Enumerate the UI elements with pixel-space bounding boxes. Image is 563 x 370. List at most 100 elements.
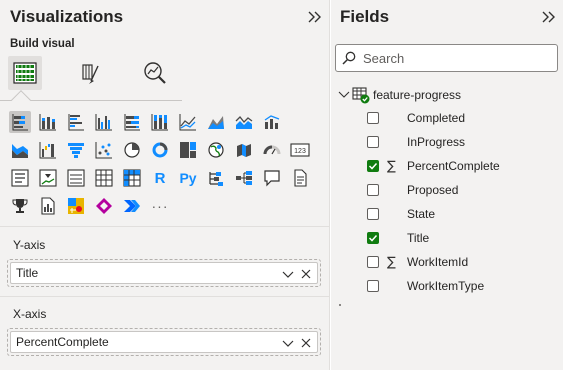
field-percentcomplete[interactable]: ∑ PercentComplete (367, 156, 500, 176)
visualizations-title: Visualizations (10, 7, 124, 26)
slicer-icon[interactable] (65, 167, 87, 189)
x-axis-field-name: PercentComplete (16, 335, 109, 349)
stacked-column-chart-icon[interactable] (37, 111, 59, 133)
more-icon: ··· (151, 198, 169, 214)
y-axis-well[interactable]: Title (7, 259, 321, 287)
table-name: feature-progress (373, 88, 462, 102)
card-icon[interactable]: 123 (289, 139, 311, 161)
table-icon (352, 87, 370, 104)
filled-map-icon[interactable] (233, 139, 255, 161)
key-influencers-icon[interactable] (205, 167, 227, 189)
azure-map-icon[interactable] (65, 195, 87, 217)
x-axis-well[interactable]: PercentComplete (7, 328, 321, 356)
build-visual-label: Build visual (10, 38, 75, 50)
kpi-icon[interactable] (37, 167, 59, 189)
field-checkbox[interactable] (367, 112, 379, 124)
svg-text:123: 123 (294, 148, 306, 155)
double-chevron-right-icon (542, 11, 555, 23)
100-stacked-column-chart-icon[interactable] (149, 111, 171, 133)
close-icon (301, 338, 311, 348)
more-visuals-button[interactable]: ··· (149, 195, 171, 217)
sigma-icon: ∑ (387, 158, 396, 174)
search-placeholder: Search (363, 50, 405, 66)
field-checkbox[interactable] (367, 208, 379, 220)
search-icon (342, 51, 356, 65)
magnifier-chart-icon (144, 62, 166, 84)
area-chart-icon[interactable] (205, 111, 227, 133)
line-and-stacked-column-chart-icon[interactable] (261, 111, 283, 133)
clustered-bar-chart-icon[interactable] (65, 111, 87, 133)
line-chart-icon[interactable] (177, 111, 199, 133)
map-icon[interactable] (205, 139, 227, 161)
collapse-fields-button[interactable] (540, 8, 558, 26)
y-axis-field-chip[interactable]: Title (10, 262, 318, 284)
donut-chart-icon[interactable] (149, 139, 171, 161)
treemap-icon[interactable] (177, 139, 199, 161)
goals-trophy-icon[interactable] (9, 195, 31, 217)
scatter-chart-icon[interactable] (93, 139, 115, 161)
tab-format-visual[interactable] (72, 56, 106, 90)
qna-icon[interactable] (261, 167, 283, 189)
field-completed[interactable]: Completed (367, 108, 465, 128)
table-icon[interactable] (93, 167, 115, 189)
chevron-down-icon (282, 271, 294, 278)
checkmark-icon (368, 162, 378, 170)
checkmark-icon (368, 234, 378, 242)
stacked-bar-chart-icon[interactable] (9, 111, 31, 133)
waterfall-chart-icon[interactable] (37, 139, 59, 161)
decomposition-tree-icon[interactable] (233, 167, 255, 189)
visualizations-pane: Visualizations Build visual 123 R Py ···… (0, 0, 330, 370)
tab-selection-caret (11, 90, 31, 110)
tab-analytics[interactable] (138, 56, 172, 90)
python-visual-icon[interactable]: Py (177, 167, 199, 189)
table-grid-icon (13, 62, 37, 84)
field-proposed[interactable]: Proposed (367, 180, 458, 200)
x-axis-label: X-axis (13, 307, 47, 321)
matrix-icon[interactable] (121, 167, 143, 189)
field-checkbox-checked[interactable] (367, 232, 379, 244)
x-axis-field-chip[interactable]: PercentComplete (10, 331, 318, 353)
tab-build-visual[interactable] (8, 56, 42, 90)
funnel-chart-icon[interactable] (65, 139, 87, 161)
stacked-area-chart-icon[interactable] (233, 111, 255, 133)
y-axis-field-remove[interactable] (299, 266, 313, 282)
paintbrush-icon (82, 64, 99, 84)
double-chevron-right-icon (308, 11, 321, 23)
fields-title: Fields (340, 7, 390, 26)
paginated-report-icon[interactable] (37, 195, 59, 217)
field-state[interactable]: State (367, 204, 435, 224)
100-stacked-bar-chart-icon[interactable] (121, 111, 143, 133)
smart-narrative-icon[interactable] (289, 167, 311, 189)
table-feature-progress[interactable]: feature-progress (338, 86, 461, 104)
sigma-icon: ∑ (387, 254, 396, 270)
field-checkbox-checked[interactable] (367, 160, 379, 172)
fields-search-input[interactable]: Search (335, 44, 558, 72)
field-checkbox[interactable] (367, 184, 379, 196)
field-checkbox[interactable] (367, 136, 379, 148)
gauge-icon[interactable] (261, 139, 283, 161)
field-checkbox[interactable] (367, 256, 379, 268)
collapse-visualizations-button[interactable] (306, 8, 324, 26)
power-automate-icon[interactable] (121, 195, 143, 217)
clustered-column-chart-icon[interactable] (93, 111, 115, 133)
field-checkbox[interactable] (367, 280, 379, 292)
y-axis-label: Y-axis (13, 238, 46, 252)
x-axis-field-remove[interactable] (299, 335, 313, 351)
gallery-divider (0, 226, 330, 227)
y-axis-field-dropdown[interactable] (281, 266, 295, 282)
field-title[interactable]: Title (367, 228, 429, 248)
chevron-down-icon (282, 340, 294, 347)
field-workitemid[interactable]: ∑ WorkItemId (367, 252, 468, 272)
x-axis-field-dropdown[interactable] (281, 335, 295, 351)
ribbon-chart-icon[interactable] (9, 139, 31, 161)
fields-pane: Fields Search feature-progress Completed… (331, 0, 563, 370)
multi-row-card-icon[interactable] (9, 167, 31, 189)
chevron-down-icon[interactable] (338, 89, 350, 101)
power-apps-icon[interactable] (93, 195, 115, 217)
field-inprogress[interactable]: InProgress (367, 132, 465, 152)
pie-chart-icon[interactable] (121, 139, 143, 161)
r-script-visual-icon[interactable]: R (149, 167, 171, 189)
field-workitemtype[interactable]: WorkItemType (367, 276, 484, 296)
close-icon (301, 269, 311, 279)
resize-dot (339, 304, 341, 306)
